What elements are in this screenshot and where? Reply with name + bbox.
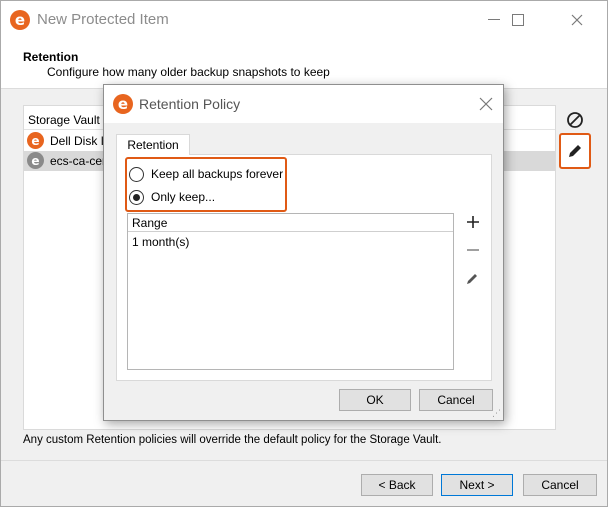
vault-icon: e [27,152,44,169]
add-range-button[interactable] [462,211,484,233]
close-icon[interactable] [554,1,600,39]
remove-range-button[interactable] [462,239,484,261]
radio-label: Keep all backups forever [151,167,284,181]
next-button[interactable]: Next > [441,474,513,496]
footer-divider [1,460,607,461]
radio-button[interactable] [129,166,144,182]
dialog-titlebar: e Retention Policy [104,85,503,123]
list-item-label: Dell Disk In [50,134,111,148]
prohibited-icon [567,112,583,128]
minus-icon [467,249,479,251]
range-list: Range 1 month(s) [127,213,454,370]
range-row[interactable]: 1 month(s) [132,234,189,250]
cancel-button[interactable]: Cancel [523,474,597,496]
window-title: New Protected Item [37,11,169,28]
maximize-icon[interactable] [495,1,541,39]
page-subtitle: Configure how many older backup snapshot… [47,65,330,79]
info-text: Any custom Retention policies will overr… [23,434,442,446]
ok-button[interactable]: OK [339,389,411,411]
resize-grip-icon[interactable]: ⋰ [491,408,501,418]
dialog-title: Retention Policy [139,96,241,112]
vault-icon: e [27,132,44,149]
app-logo-icon: e [113,94,133,114]
retention-option-group: Keep all backups forever Only keep... [125,157,287,212]
dialog-cancel-button[interactable]: Cancel [419,389,493,411]
pencil-icon [467,274,477,284]
edit-range-button[interactable] [462,267,484,289]
radio-label: Only keep... [151,190,216,204]
range-column-header: Range [128,214,453,232]
retention-policy-dialog: e Retention Policy Retention Keep all ba… [103,84,504,421]
back-button[interactable]: < Back [361,474,433,496]
pencil-icon [569,145,581,157]
window-titlebar: e New Protected Item [1,1,607,39]
retention-tab-panel: Keep all backups forever Only keep... Ra… [116,154,492,381]
radio-button-checked[interactable] [129,189,144,205]
radio-keep-forever[interactable]: Keep all backups forever [129,164,283,184]
plus-icon [467,216,479,228]
page-title: Retention [23,50,79,64]
close-icon[interactable] [479,92,493,117]
app-logo-icon: e [10,10,30,30]
wizard-header: Retention Configure how many older backu… [1,39,607,89]
radio-only-keep[interactable]: Only keep... [129,187,215,207]
clear-policy-button[interactable] [560,105,590,135]
tab-retention[interactable]: Retention [116,134,190,155]
edit-policy-button[interactable] [559,133,591,169]
